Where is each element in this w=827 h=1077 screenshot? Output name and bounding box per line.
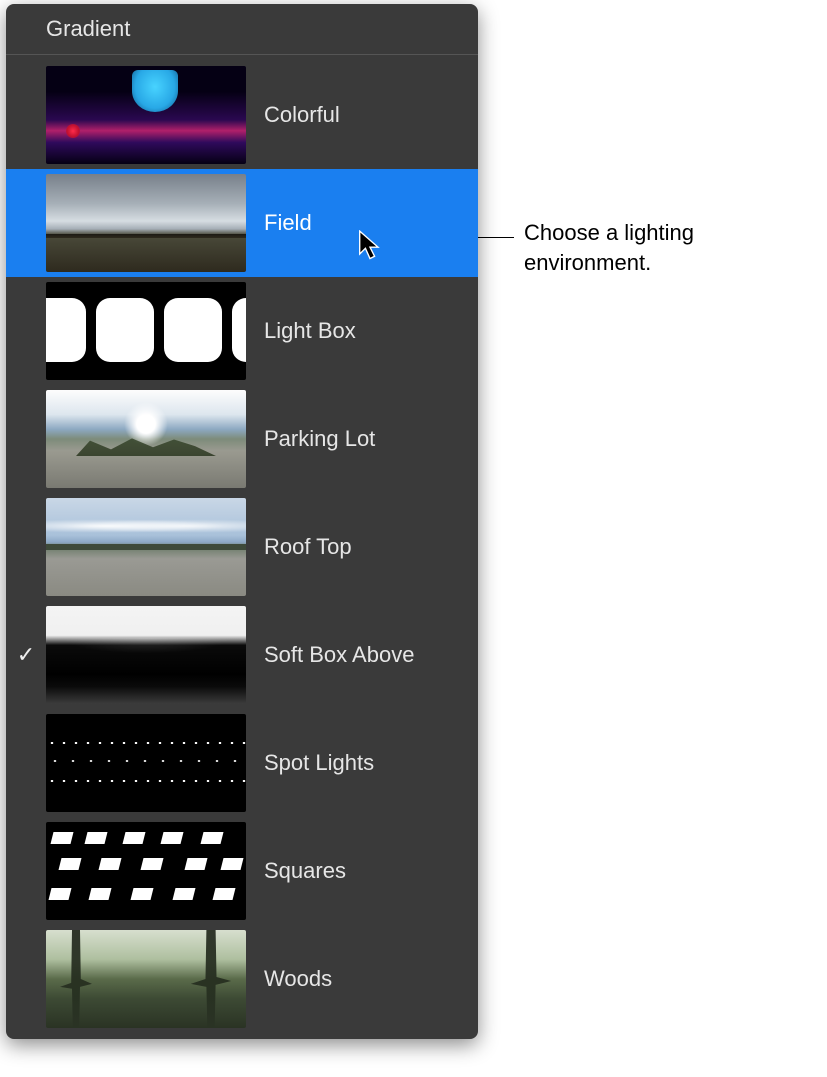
option-label: Spot Lights <box>264 750 374 776</box>
environment-option-field[interactable]: Field <box>6 169 478 277</box>
environment-list: Colorful Field Light Box Parking Lot Roof To… <box>6 61 478 1033</box>
annotation-leader-line <box>478 237 514 238</box>
environment-option-colorful[interactable]: Colorful <box>6 61 478 169</box>
thumbnail-spot <box>46 714 246 812</box>
panel-title: Gradient <box>6 4 478 55</box>
environment-option-softbox[interactable]: ✓ Soft Box Above <box>6 601 478 709</box>
option-label: Roof Top <box>264 534 352 560</box>
thumbnail-lightbox <box>46 282 246 380</box>
environment-option-spot[interactable]: Spot Lights <box>6 709 478 817</box>
environment-menu-panel: Gradient Colorful Field Light Box Parking L… <box>6 4 478 1039</box>
option-label: Woods <box>264 966 332 992</box>
option-label: Field <box>264 210 312 236</box>
thumbnail-roof <box>46 498 246 596</box>
thumbnail-woods <box>46 930 246 1028</box>
option-label: Light Box <box>264 318 356 344</box>
thumbnail-softbox <box>46 606 246 704</box>
thumbnail-squares <box>46 822 246 920</box>
annotation-text: Choose a lighting environment. <box>524 218 804 277</box>
environment-option-woods[interactable]: Woods <box>6 925 478 1033</box>
option-label: Squares <box>264 858 346 884</box>
environment-option-parking[interactable]: Parking Lot <box>6 385 478 493</box>
checkmark-icon: ✓ <box>16 642 36 668</box>
option-label: Colorful <box>264 102 340 128</box>
environment-option-lightbox[interactable]: Light Box <box>6 277 478 385</box>
environment-option-roof[interactable]: Roof Top <box>6 493 478 601</box>
thumbnail-parking <box>46 390 246 488</box>
option-label: Parking Lot <box>264 426 375 452</box>
option-label: Soft Box Above <box>264 642 414 668</box>
thumbnail-field <box>46 174 246 272</box>
environment-option-squares[interactable]: Squares <box>6 817 478 925</box>
thumbnail-colorful <box>46 66 246 164</box>
